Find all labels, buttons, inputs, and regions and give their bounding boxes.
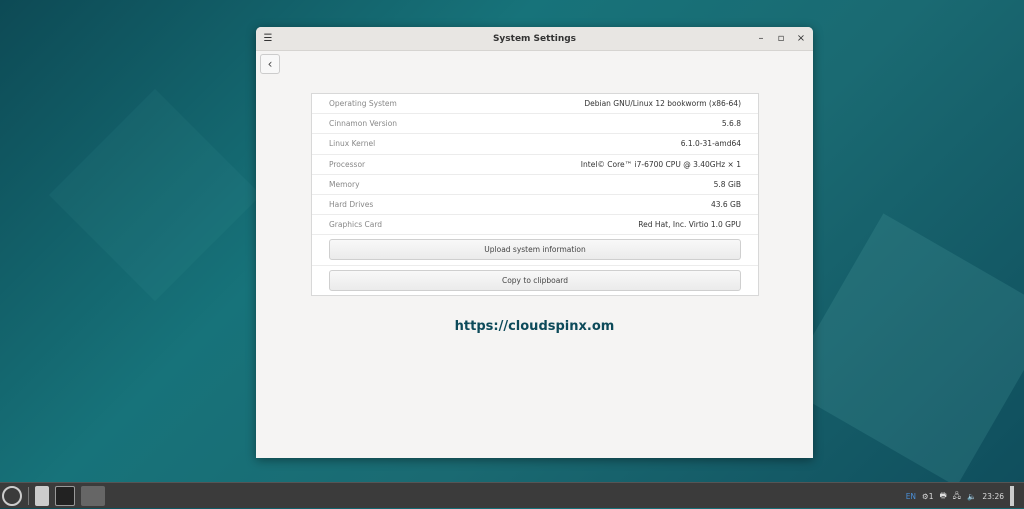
info-value: Intel© Core™ i7-6700 CPU @ 3.40GHz × 1 <box>580 159 741 169</box>
info-label: Linux Kernel <box>329 139 376 149</box>
info-label: Memory <box>329 179 360 189</box>
show-desktop-button[interactable] <box>1010 486 1014 506</box>
info-row: Operating System Debian GNU/Linux 12 book… <box>312 94 758 115</box>
system-settings-task-icon[interactable] <box>81 485 105 506</box>
file-manager-icon[interactable] <box>35 485 49 506</box>
info-value: 5.8 GiB <box>713 179 741 189</box>
info-value: 43.6 GB <box>710 200 741 210</box>
maximize-button[interactable]: ▫ <box>773 31 789 47</box>
info-value: Debian GNU/Linux 12 bookworm (x86-64) <box>584 99 741 109</box>
info-row: Processor Intel© Core™ i7-6700 CPU @ 3.40… <box>312 155 758 175</box>
system-settings-window: ☰ System Settings – ▫ × ‹ Operating Syst… <box>256 27 813 458</box>
divider <box>28 486 29 505</box>
minimize-button[interactable]: – <box>753 31 769 47</box>
menu-launcher-icon[interactable] <box>2 485 22 506</box>
info-label: Hard Drives <box>329 200 374 210</box>
back-button[interactable]: ‹ <box>260 54 280 74</box>
watermark-url: https://cloudspinx.om <box>454 319 615 334</box>
info-label: Cinnamon Version <box>329 119 398 129</box>
info-value: Red Hat, Inc. Virtio 1.0 GPU <box>638 220 741 230</box>
info-row: Hard Drives 43.6 GB <box>312 195 758 216</box>
info-row: Graphics Card Red Hat, Inc. Virtio 1.0 GP… <box>312 215 758 236</box>
volume-icon[interactable]: 🔈 <box>967 492 976 501</box>
wallpaper-shape <box>783 213 1024 487</box>
titlebar: ☰ System Settings – ▫ × <box>256 27 813 51</box>
terminal-icon[interactable] <box>55 485 75 506</box>
copy-to-clipboard-button[interactable]: Copy to clipboard <box>329 270 741 292</box>
close-button[interactable]: × <box>793 31 809 47</box>
upload-system-info-button[interactable]: Upload system information <box>329 239 741 261</box>
info-row: Linux Kernel 6.1.0-31-amd64 <box>312 134 758 155</box>
info-label: Operating System <box>329 99 397 109</box>
info-row: Memory 5.8 GiB <box>312 175 758 195</box>
window-title: System Settings <box>492 33 577 44</box>
info-row: Cinnamon Version 5.6.8 <box>312 114 758 135</box>
system-tray: EN ⚙1 🖶 🖧 🔈 23:26 <box>906 483 1014 509</box>
info-value: 5.6.8 <box>721 119 741 129</box>
wallpaper-shape <box>48 88 262 302</box>
taskbar: EN ⚙1 🖶 🖧 🔈 23:26 <box>0 482 1024 508</box>
updates-icon[interactable]: ⚙1 <box>922 492 934 501</box>
keyboard-layout[interactable]: EN <box>906 492 916 501</box>
clock[interactable]: 23:26 <box>982 492 1004 501</box>
network-icon[interactable]: 🖧 <box>953 490 961 503</box>
divider <box>312 265 758 267</box>
info-label: Processor <box>329 159 366 169</box>
system-info-panel: Operating System Debian GNU/Linux 12 book… <box>311 93 759 296</box>
printer-icon[interactable]: 🖶 <box>940 490 947 503</box>
info-label: Graphics Card <box>329 220 383 230</box>
info-value: 6.1.0-31-amd64 <box>680 139 741 149</box>
updates-count: 1 <box>928 491 934 501</box>
